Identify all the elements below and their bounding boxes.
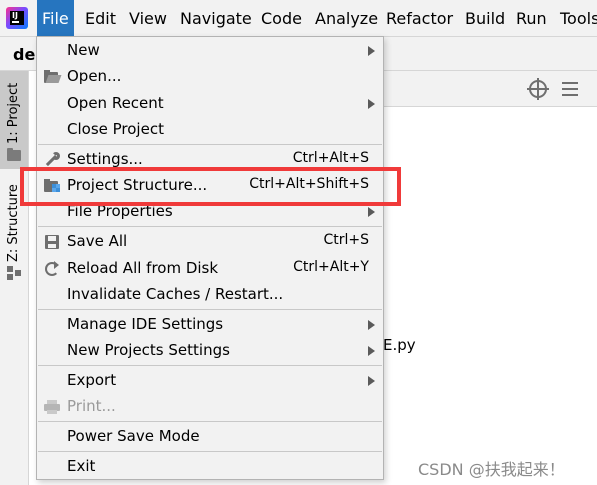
menu-item-new[interactable]: New — [37, 38, 383, 64]
menu-item-export[interactable]: Export — [37, 368, 383, 394]
menu-tools[interactable]: Tools — [555, 0, 597, 37]
menu-item-save-all[interactable]: Save All Ctrl+S — [37, 229, 383, 255]
file-menu-dropdown: New Open... Open Recent Close Project Se… — [36, 36, 384, 480]
menu-item-shortcut: Ctrl+S — [323, 232, 369, 248]
submenu-arrow-icon — [368, 46, 375, 56]
app-logo-icon[interactable]: IJ — [6, 7, 28, 29]
menu-item-power-save-mode[interactable]: Power Save Mode — [37, 424, 383, 450]
menu-item-label: Manage IDE Settings — [67, 315, 224, 333]
menu-separator — [38, 226, 382, 227]
menu-item-shortcut: Ctrl+Alt+S — [292, 150, 369, 166]
menu-item-label: Reload All from Disk — [67, 259, 219, 277]
menu-item-reload-all[interactable]: Reload All from Disk Ctrl+Alt+Y — [37, 256, 383, 282]
menu-item-label: Invalidate Caches / Restart... — [67, 285, 284, 303]
menu-run[interactable]: Run — [511, 0, 552, 37]
menu-item-print[interactable]: Print... — [37, 394, 383, 420]
menu-item-exit[interactable]: Exit — [37, 454, 383, 480]
project-tree-file[interactable]: E.py — [383, 336, 416, 354]
highlight-annotation-box — [20, 167, 401, 206]
menu-item-label: Exit — [67, 457, 96, 475]
menu-item-label: Open Recent — [67, 94, 164, 112]
watermark: CSDN @扶我起来！ — [418, 460, 565, 479]
menu-file[interactable]: File — [37, 0, 74, 37]
open-folder-icon — [44, 69, 62, 85]
folder-icon — [7, 148, 21, 161]
menu-analyze[interactable]: Analyze — [310, 0, 383, 37]
submenu-arrow-icon — [368, 346, 375, 356]
save-icon — [44, 234, 60, 250]
locate-target-icon[interactable] — [527, 78, 549, 100]
menu-item-label: New — [67, 41, 100, 59]
collapse-all-icon[interactable] — [561, 80, 579, 98]
menu-item-manage-ide-settings[interactable]: Manage IDE Settings — [37, 312, 383, 338]
project-tool-label[interactable]: 1: Project — [6, 78, 21, 144]
submenu-arrow-icon — [368, 376, 375, 386]
menu-item-label: Export — [67, 371, 117, 389]
menu-item-label: New Projects Settings — [67, 341, 230, 359]
menu-build[interactable]: Build — [460, 0, 510, 37]
menu-item-invalidate-caches[interactable]: Invalidate Caches / Restart... — [37, 282, 383, 308]
project-tab-title[interactable]: de — [13, 45, 35, 64]
menu-bar: IJ File Edit View Navigate Code Analyze … — [0, 0, 597, 37]
structure-tool-label[interactable]: Z: Structure — [6, 184, 21, 262]
menu-item-label: Close Project — [67, 120, 164, 138]
menu-item-shortcut: Ctrl+Alt+Y — [293, 259, 369, 275]
submenu-arrow-icon — [368, 207, 375, 217]
menu-item-label: Print... — [67, 397, 116, 415]
menu-refactor[interactable]: Refactor — [381, 0, 458, 37]
wrench-icon — [44, 152, 60, 168]
menu-item-new-projects-settings[interactable]: New Projects Settings — [37, 338, 383, 364]
menu-edit[interactable]: Edit — [80, 0, 121, 37]
menu-view[interactable]: View — [124, 0, 172, 37]
menu-item-label: Open... — [67, 67, 122, 85]
menu-separator — [38, 365, 382, 366]
printer-icon — [44, 399, 60, 415]
menu-item-close-project[interactable]: Close Project — [37, 117, 383, 143]
menu-item-label: Save All — [67, 232, 128, 250]
menu-separator — [38, 144, 382, 145]
menu-navigate[interactable]: Navigate — [175, 0, 257, 37]
submenu-arrow-icon — [368, 99, 375, 109]
menu-item-label: Settings... — [67, 150, 143, 168]
menu-separator — [38, 451, 382, 452]
menu-item-label: Power Save Mode — [67, 427, 200, 445]
structure-icon — [7, 266, 21, 280]
reload-icon — [44, 261, 60, 277]
menu-code[interactable]: Code — [256, 0, 307, 37]
menu-item-open[interactable]: Open... — [37, 64, 383, 90]
menu-separator — [38, 421, 382, 422]
menu-item-open-recent[interactable]: Open Recent — [37, 91, 383, 117]
menu-separator — [38, 309, 382, 310]
submenu-arrow-icon — [368, 320, 375, 330]
